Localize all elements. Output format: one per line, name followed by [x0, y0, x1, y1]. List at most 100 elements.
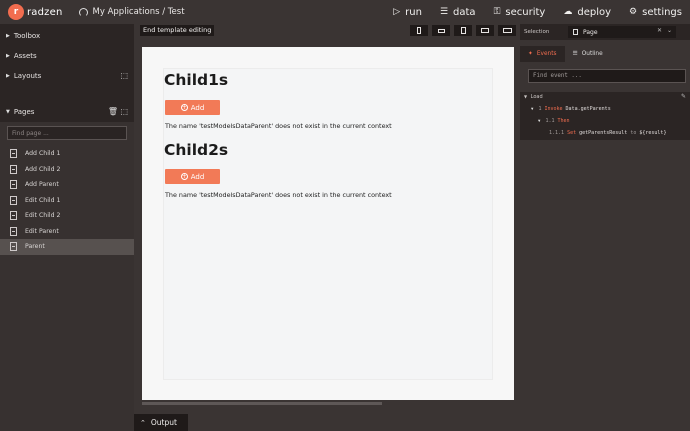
section-layouts-label: Layouts [13, 72, 42, 80]
error-message: The name 'testModelsDataParent' does not… [165, 122, 392, 130]
desktop-icon [502, 28, 512, 33]
find-page-input[interactable]: Find page ... [7, 126, 127, 140]
trash-icon[interactable]: 🗑 [108, 107, 118, 116]
edit-icon[interactable]: ✎ [681, 93, 686, 100]
section-toolbox[interactable]: ▶ Toolbox [0, 26, 134, 46]
page-icon [10, 242, 17, 252]
new-layout-icon[interactable]: ⬚ [120, 71, 128, 80]
action-then[interactable]: ▼ 1.1 Then [538, 118, 570, 124]
page-item-add-child-1[interactable]: Add Child 1 [0, 146, 134, 162]
nav-deploy-label: deploy [577, 6, 612, 18]
device-phone-portrait-button[interactable] [410, 25, 428, 36]
page-item-label: Edit Child 2 [25, 212, 61, 220]
properties-tabs: ✦ Events ☰ Outline [520, 46, 690, 62]
action-invoke[interactable]: ▼ 1 Invoke Data.getParents [531, 106, 611, 112]
nav-settings[interactable]: ⚙ settings [629, 7, 682, 18]
selection-value: Page [583, 28, 598, 36]
caret-down-icon: ▼ [524, 94, 528, 99]
caret-down-icon: ▼ [531, 106, 534, 111]
top-bar: r radzen My Applications / Test ▷ run ☰ … [0, 0, 690, 24]
page-icon [10, 226, 17, 236]
play-icon: ▷ [393, 7, 401, 17]
section-pages[interactable]: ▼ Pages 🗑 ⬚ [0, 102, 134, 122]
radzen-logo[interactable]: r radzen [8, 4, 63, 20]
nav-run-label: run [405, 6, 422, 18]
child2s-heading[interactable]: Child2s [164, 141, 228, 159]
caret-down-icon: ▼ [538, 118, 541, 123]
nav-run[interactable]: ▷ run [393, 7, 422, 18]
phone-portrait-icon [417, 27, 421, 34]
page-item-label: Add Parent [25, 181, 59, 189]
chevron-up-icon: ⌃ [140, 418, 146, 427]
device-desktop-button[interactable] [498, 25, 516, 36]
nav-security[interactable]: ⚿ security [494, 7, 546, 18]
caret-right-icon: ▶ [6, 73, 10, 79]
caret-right-icon: ▶ [6, 33, 10, 39]
event-tree: ▼ Load ✎ ▼ 1 Invoke Data.getParents ▼ 1.… [520, 92, 690, 140]
error-message: The name 'testModelsDataParent' does not… [165, 191, 392, 199]
event-load-label: Load [530, 94, 543, 100]
selection-label: Selection [524, 29, 550, 35]
section-toolbox-label: Toolbox [13, 32, 41, 40]
action-number: 1 [538, 106, 542, 112]
new-page-icon[interactable]: ⬚ [120, 107, 128, 116]
find-event-input[interactable]: Find event ... [528, 69, 686, 83]
end-template-editing-button[interactable]: End template editing [140, 25, 215, 36]
page-item-add-parent[interactable]: Add Parent [0, 177, 134, 193]
dashboard-icon [78, 7, 88, 17]
design-canvas[interactable]: Child1s + Add The name 'testModelsDataPa… [142, 47, 514, 400]
nav-deploy[interactable]: ☁ deploy [563, 7, 611, 18]
logo-text: radzen [27, 6, 63, 18]
output-toggle[interactable]: ⌃ Output [134, 414, 188, 431]
list-icon: ☰ [572, 51, 578, 57]
page-icon [10, 195, 17, 205]
page-item-edit-child-1[interactable]: Edit Child 1 [0, 193, 134, 209]
designer-toolbar: End template editing [134, 24, 520, 39]
page-item-edit-parent[interactable]: Edit Parent [0, 224, 134, 240]
page-item-label: Edit Parent [25, 227, 59, 235]
tab-events[interactable]: ✦ Events [520, 46, 565, 62]
top-nav: ▷ run ☰ data ⚿ security ☁ deploy ⚙ setti… [375, 0, 682, 24]
page-item-add-child-2[interactable]: Add Child 2 [0, 162, 134, 178]
page-item-edit-child-2[interactable]: Edit Child 2 [0, 208, 134, 224]
device-phone-landscape-button[interactable] [432, 25, 450, 36]
plus-circle-icon: + [180, 104, 188, 111]
add-child1-button[interactable]: + Add [165, 100, 220, 115]
page-icon [10, 149, 17, 159]
horizontal-scrollbar[interactable] [142, 402, 382, 405]
event-load[interactable]: ▼ Load [524, 94, 543, 100]
child1s-heading[interactable]: Child1s [164, 71, 228, 89]
cloud-upload-icon: ☁ [563, 7, 573, 17]
nav-security-label: security [505, 6, 546, 18]
action-keyword: Set [567, 130, 577, 136]
section-assets[interactable]: ▶ Assets [0, 46, 134, 66]
add-button-label: Add [190, 103, 205, 112]
section-layouts[interactable]: ▶ Layouts ⬚ [0, 66, 134, 86]
add-button-label: Add [190, 172, 205, 181]
tablet-landscape-icon [481, 28, 489, 33]
breadcrumb-text: My Applications / Test [92, 7, 185, 17]
tab-events-label: Events [536, 51, 557, 57]
page-item-label: Add Child 2 [25, 165, 61, 173]
action-text: getParentsResult [579, 130, 628, 136]
tab-outline-label: Outline [581, 51, 603, 57]
right-panel: Selection Page ✕ ⌄ ✦ Events ☰ Outline Fi… [520, 24, 690, 431]
action-set[interactable]: 1.1.1 Set getParentsResult to ${result} [549, 130, 666, 136]
add-child2-button[interactable]: + Add [165, 169, 220, 184]
device-tablet-portrait-button[interactable] [454, 25, 472, 36]
left-panel: ▶ Toolbox ▶ Assets ▶ Layouts ⬚ ▼ Pages 🗑… [0, 24, 134, 431]
selection-dropdown[interactable]: Page ✕ ⌄ [568, 26, 676, 38]
page-item-label: Add Child 1 [25, 150, 61, 158]
page-item-parent[interactable]: Parent [0, 239, 134, 255]
logo-badge-icon: r [8, 4, 24, 20]
section-assets-label: Assets [13, 52, 37, 60]
action-number: 1.1 [545, 118, 555, 124]
tablet-portrait-icon [460, 27, 466, 34]
breadcrumb[interactable]: My Applications / Test [78, 7, 185, 17]
nav-data[interactable]: ☰ data [440, 7, 476, 18]
clear-icon[interactable]: ✕ [657, 27, 662, 34]
device-tablet-landscape-button[interactable] [476, 25, 494, 36]
chevron-down-icon[interactable]: ⌄ [667, 27, 672, 34]
app-window: r radzen My Applications / Test ▷ run ☰ … [0, 0, 690, 431]
tab-outline[interactable]: ☰ Outline [565, 46, 611, 62]
